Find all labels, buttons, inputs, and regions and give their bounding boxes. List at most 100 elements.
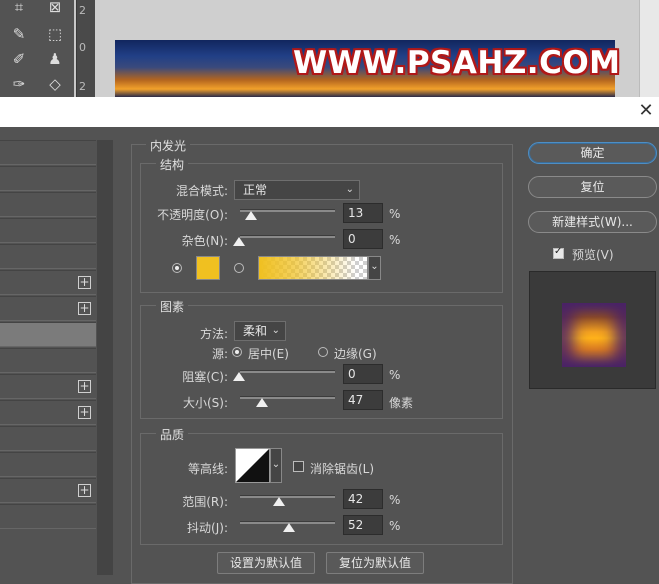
list-scrollbar[interactable] (97, 140, 113, 575)
vertical-ruler: 2 0 2 (76, 0, 95, 97)
preview-checkbox[interactable] (553, 246, 564, 259)
ruler-number: 0 (79, 41, 86, 54)
opacity-input[interactable]: 13 (343, 203, 383, 223)
chevron-down-icon: ⌄ (345, 184, 354, 195)
structure-title: 结构 (156, 156, 189, 173)
eraser-icon[interactable]: ◇ (44, 73, 66, 95)
noise-label: 杂色(N): (181, 234, 228, 248)
range-input[interactable]: 42 (343, 489, 383, 509)
tool-panel: ⌗ ⊠ ✎ ⬚ ✐ ♟ ✑ ◇ (0, 0, 74, 97)
list-item[interactable]: + (0, 374, 96, 399)
list-item[interactable] (0, 348, 96, 373)
frame-icon[interactable]: ⊠ (44, 0, 66, 18)
preview-label: 预览(V) (572, 248, 614, 262)
method-value: 柔和 (243, 324, 268, 338)
add-effect-icon[interactable]: + (78, 484, 91, 497)
crop-icon[interactable]: ⌗ (8, 0, 30, 18)
marquee-icon[interactable]: ⬚ (44, 23, 66, 45)
photoshop-workspace: WWW.PSAHZ.COM ⌗ ⊠ ✎ ⬚ ✐ ♟ ✑ ◇ 2 0 2 (0, 0, 659, 97)
jitter-input[interactable]: 52 (343, 515, 383, 535)
blend-mode-label: 混合模式: (175, 184, 228, 198)
chevron-down-icon[interactable]: ⌄ (270, 448, 282, 483)
source-edge-radio[interactable] (318, 347, 328, 357)
range-unit: % (389, 493, 401, 507)
blend-mode-select[interactable]: 正常 ⌄ (234, 180, 360, 200)
size-input[interactable]: 47 (343, 390, 383, 410)
add-effect-icon[interactable]: + (78, 276, 91, 289)
brush-icon[interactable]: ✐ (8, 48, 30, 70)
list-item[interactable] (0, 452, 96, 477)
canvas-image: WWW.PSAHZ.COM (115, 40, 620, 97)
opacity-slider-handle[interactable] (245, 211, 257, 220)
contour-label: 等高线: (187, 462, 228, 476)
noise-input[interactable]: 0 (343, 229, 383, 249)
list-item[interactable]: + (0, 296, 96, 321)
choke-input[interactable]: 0 (343, 364, 383, 384)
elements-title: 图素 (156, 298, 189, 315)
chevron-down-icon[interactable]: ⌄ (368, 256, 381, 280)
add-effect-icon[interactable]: + (78, 406, 91, 419)
choke-slider[interactable] (240, 370, 335, 373)
healing-icon[interactable]: ✑ (8, 73, 30, 95)
list-item[interactable] (0, 426, 96, 451)
size-slider-handle[interactable] (256, 398, 268, 407)
preview-box (529, 271, 656, 389)
reset-default-button[interactable]: 复位为默认值 (326, 552, 424, 574)
banner-text: WWW.PSAHZ.COM (293, 45, 621, 81)
opacity-unit: % (389, 207, 401, 221)
canvas-scrollbar[interactable] (639, 0, 659, 97)
list-item[interactable] (0, 218, 96, 243)
opacity-label: 不透明度(O): (157, 208, 228, 222)
reset-button[interactable]: 复位 (528, 176, 657, 198)
stamp-icon[interactable]: ♟ (44, 48, 66, 70)
range-slider[interactable] (240, 495, 335, 498)
source-label: 源: (211, 347, 228, 361)
method-select[interactable]: 柔和 ⌄ (234, 321, 286, 341)
preview-thumbnail (562, 303, 626, 367)
make-default-button[interactable]: 设置为默认值 (217, 552, 315, 574)
gradient-preview[interactable] (258, 256, 368, 280)
source-center-label: 居中(E) (248, 347, 289, 361)
antialias-label: 消除锯齿(L) (310, 462, 375, 476)
jitter-label: 抖动(J): (187, 521, 228, 535)
jitter-unit: % (389, 519, 401, 533)
list-item[interactable] (0, 504, 96, 529)
blend-mode-value: 正常 (243, 183, 268, 197)
source-center-radio[interactable] (232, 347, 242, 357)
add-effect-icon[interactable]: + (78, 302, 91, 315)
size-unit: 像素 (389, 396, 414, 410)
list-item[interactable] (0, 166, 96, 191)
choke-label: 阻塞(C): (182, 370, 228, 384)
eyedropper-icon[interactable]: ✎ (8, 23, 30, 45)
ruler-number: 2 (79, 4, 86, 17)
new-style-button[interactable]: 新建样式(W)... (528, 211, 657, 233)
list-item[interactable]: + (0, 478, 96, 503)
solid-color-radio[interactable] (172, 263, 182, 273)
dialog-title-bar (0, 97, 659, 127)
contour-preview[interactable] (235, 448, 270, 483)
jitter-slider-handle[interactable] (283, 523, 295, 532)
styles-list: + + + + + (0, 140, 97, 575)
gradient-radio[interactable] (234, 263, 244, 273)
add-effect-icon[interactable]: + (78, 380, 91, 393)
range-slider-handle[interactable] (273, 497, 285, 506)
list-item[interactable] (0, 192, 96, 217)
chevron-down-icon: ⌄ (271, 325, 280, 336)
list-item[interactable]: + (0, 400, 96, 425)
noise-unit: % (389, 233, 401, 247)
glow-color-swatch[interactable] (196, 256, 220, 280)
list-item[interactable] (0, 140, 96, 165)
ok-button[interactable]: 确定 (528, 142, 657, 164)
list-item[interactable]: + (0, 270, 96, 295)
range-label: 范围(R): (182, 495, 228, 509)
noise-slider[interactable] (240, 235, 335, 238)
source-edge-label: 边缘(G) (334, 347, 377, 361)
list-item[interactable] (0, 244, 96, 269)
close-icon[interactable]: ✕ (635, 100, 657, 122)
choke-slider-handle[interactable] (233, 372, 245, 381)
antialias-checkbox[interactable] (293, 461, 304, 472)
choke-unit: % (389, 368, 401, 382)
size-slider[interactable] (240, 396, 335, 399)
noise-slider-handle[interactable] (233, 237, 245, 246)
list-item-selected[interactable] (0, 322, 96, 347)
